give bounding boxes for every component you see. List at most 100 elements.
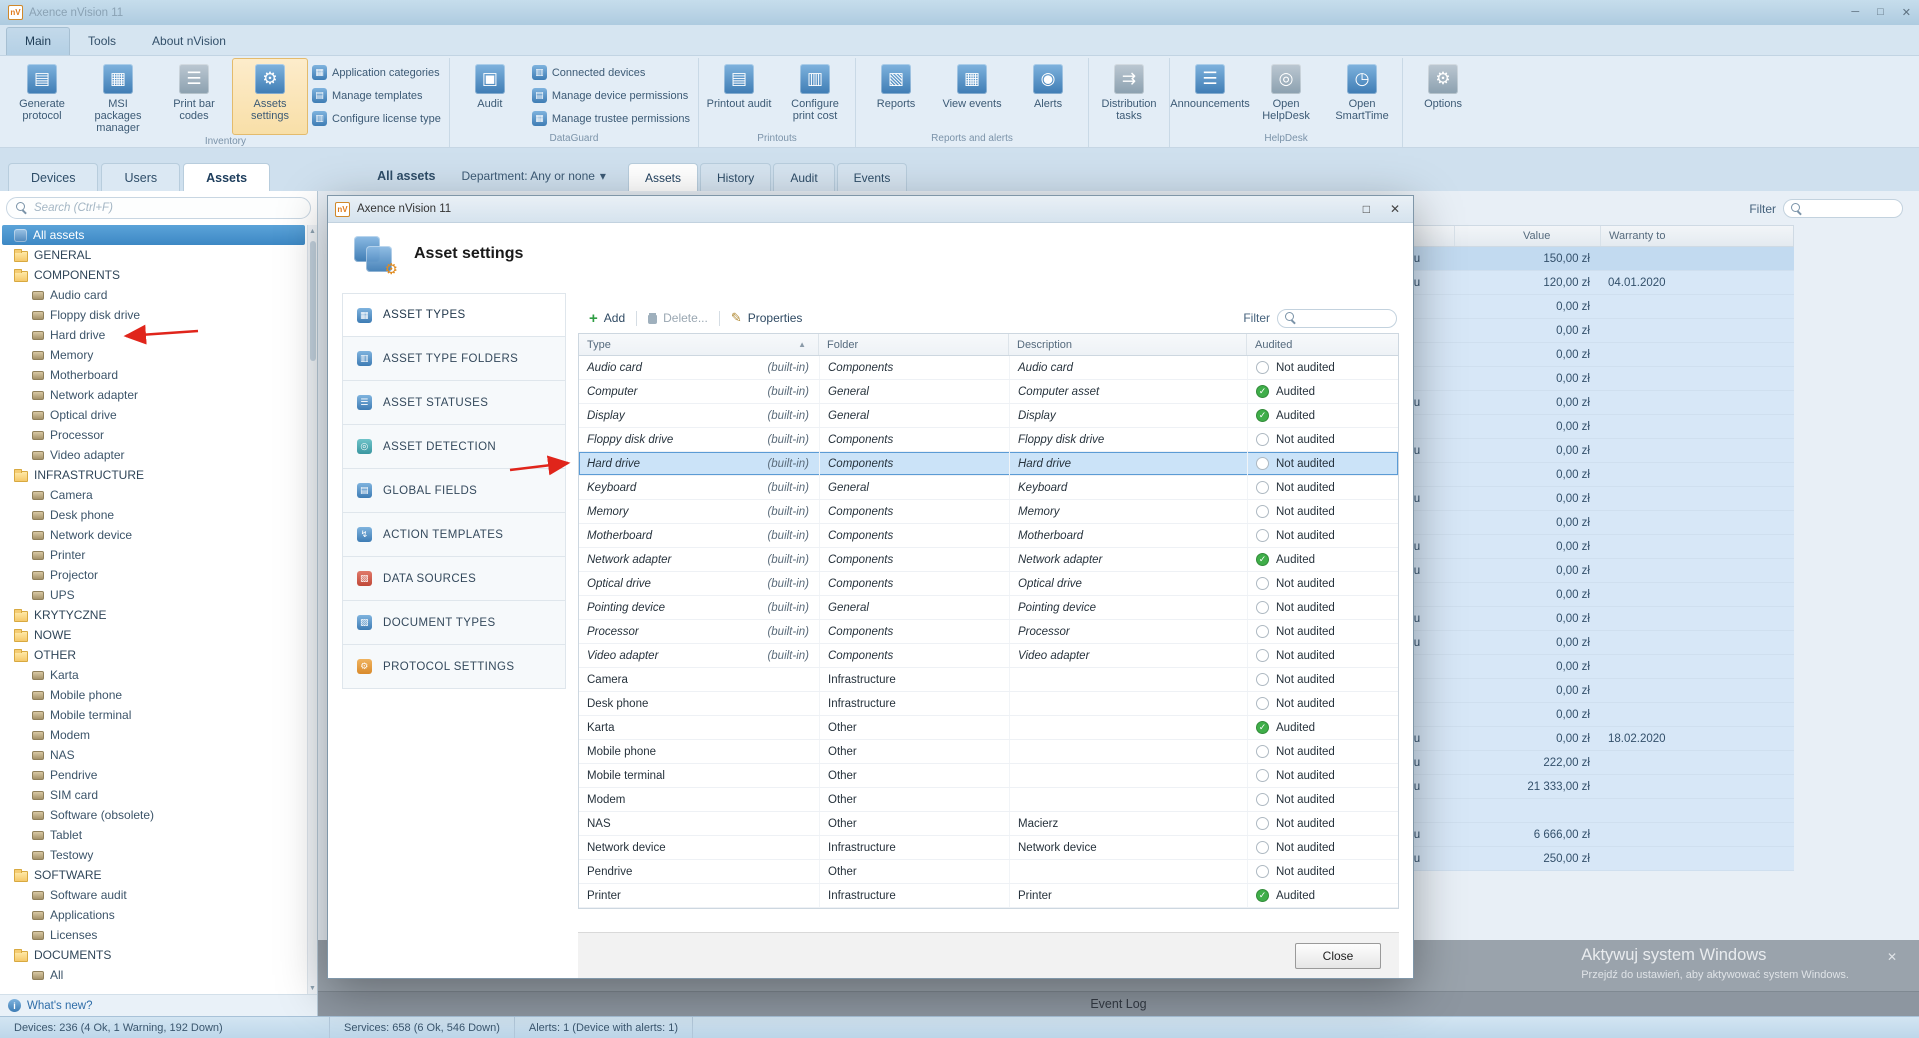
audited-indicator[interactable]: [1256, 433, 1269, 446]
table-row[interactable]: Desk phone Infrastructure Not audited: [579, 692, 1398, 716]
audited-indicator[interactable]: [1256, 481, 1269, 494]
reports-button[interactable]: Reports: [858, 58, 934, 132]
manage-device-permissions-button[interactable]: Manage device permissions: [532, 88, 690, 103]
table-row[interactable]: NAS Other Macierz Not audited: [579, 812, 1398, 836]
column-description[interactable]: Description: [1009, 334, 1247, 355]
close-button[interactable]: Close: [1295, 943, 1381, 969]
add-button[interactable]: Add: [578, 311, 636, 326]
table-row[interactable]: 0,00 zł: [1394, 367, 1794, 391]
tree-item[interactable]: Pendrive: [2, 765, 305, 785]
nav-asset-type-folders[interactable]: ASSET TYPE FOLDERS: [342, 337, 566, 381]
column-folder[interactable]: Folder: [819, 334, 1009, 355]
options-button[interactable]: Options: [1405, 58, 1481, 132]
tree-item[interactable]: COMPONENTS: [2, 265, 305, 285]
table-row[interactable]: życiu 0,00 zł: [1394, 391, 1794, 415]
audited-indicator[interactable]: [1256, 505, 1269, 518]
tree-item[interactable]: Projector: [2, 565, 305, 585]
tree-item[interactable]: Printer: [2, 545, 305, 565]
tree-item[interactable]: Tablet: [2, 825, 305, 845]
table-row[interactable]: życiu 0,00 zł: [1394, 439, 1794, 463]
dialog-close-icon[interactable]: [1390, 202, 1400, 216]
column-audited[interactable]: Audited: [1247, 334, 1398, 355]
scrollbar-thumb[interactable]: [310, 241, 316, 361]
table-row[interactable]: [1394, 799, 1794, 823]
view-events-button[interactable]: View events: [934, 58, 1010, 132]
table-row[interactable]: Mobile phone Other Not audited: [579, 740, 1398, 764]
tree-item[interactable]: Floppy disk drive: [2, 305, 305, 325]
dialog-filter-input[interactable]: [1302, 312, 1389, 324]
dialog-maximize-button[interactable]: [1363, 202, 1370, 216]
table-row[interactable]: Memory (built-in) Components Memory Not …: [579, 500, 1398, 524]
tree-item[interactable]: Desk phone: [2, 505, 305, 525]
audited-indicator[interactable]: [1256, 865, 1269, 878]
audited-indicator[interactable]: [1256, 529, 1269, 542]
msi-packages-manager-button[interactable]: MSI packages manager: [80, 58, 156, 135]
table-row[interactable]: Karta Other Audited: [579, 716, 1398, 740]
tree-item[interactable]: Licenses: [2, 925, 305, 945]
manage-trustee-permissions-button[interactable]: Manage trustee permissions: [532, 111, 690, 126]
tree-item[interactable]: SIM card: [2, 785, 305, 805]
audited-indicator[interactable]: [1256, 841, 1269, 854]
tree-item[interactable]: Software (obsolete): [2, 805, 305, 825]
manage-templates-button[interactable]: Manage templates: [312, 88, 441, 103]
tree-item[interactable]: Software audit: [2, 885, 305, 905]
audited-indicator[interactable]: [1256, 793, 1269, 806]
table-row[interactable]: Motherboard (built-in) Components Mother…: [579, 524, 1398, 548]
table-row[interactable]: Keyboard (built-in) General Keyboard Not…: [579, 476, 1398, 500]
table-row[interactable]: życiu 0,00 zł 18.02.2020: [1394, 727, 1794, 751]
column-type[interactable]: Type ▲: [579, 334, 819, 355]
application-categories-button[interactable]: Application categories: [312, 65, 441, 80]
search-input[interactable]: [34, 202, 301, 214]
table-row[interactable]: Network device Infrastructure Network de…: [579, 836, 1398, 860]
open-helpdesk-button[interactable]: Open HelpDesk: [1248, 58, 1324, 132]
tree-item[interactable]: Karta: [2, 665, 305, 685]
column-value[interactable]: Value: [1454, 226, 1600, 246]
tree-item[interactable]: Testowy: [2, 845, 305, 865]
nav-global-fields[interactable]: GLOBAL FIELDS: [342, 469, 566, 513]
scroll-up-icon[interactable]: ▲: [309, 225, 316, 237]
audited-indicator[interactable]: [1256, 601, 1269, 614]
table-row[interactable]: 0,00 zł: [1394, 679, 1794, 703]
table-row[interactable]: życiu 150,00 zł: [1394, 247, 1794, 271]
table-row[interactable]: Video adapter (built-in) Components Vide…: [579, 644, 1398, 668]
tree-item[interactable]: Hard drive: [2, 325, 305, 345]
table-row[interactable]: 0,00 zł: [1394, 415, 1794, 439]
table-row[interactable]: Camera Infrastructure Not audited: [579, 668, 1398, 692]
menu-tab-tools[interactable]: Tools: [70, 28, 134, 55]
nav-asset-types[interactable]: ASSET TYPES: [342, 293, 566, 337]
table-row[interactable]: 0,00 zł: [1394, 295, 1794, 319]
scroll-down-icon[interactable]: ▼: [309, 982, 316, 994]
audited-indicator[interactable]: [1256, 625, 1269, 638]
tab-devices[interactable]: Devices: [8, 163, 98, 191]
tab-users[interactable]: Users: [101, 163, 180, 191]
audited-indicator[interactable]: [1256, 553, 1269, 566]
audited-indicator[interactable]: [1256, 769, 1269, 782]
tree-item[interactable]: Modem: [2, 725, 305, 745]
tree-item[interactable]: KRYTYCZNE: [2, 605, 305, 625]
event-log-bar[interactable]: Event Log: [318, 991, 1919, 1016]
nav-document-types[interactable]: DOCUMENT TYPES: [342, 601, 566, 645]
table-row[interactable]: życiu 0,00 zł: [1394, 607, 1794, 631]
table-row[interactable]: 0,00 zł: [1394, 319, 1794, 343]
table-row[interactable]: życiu 0,00 zł: [1394, 487, 1794, 511]
tree-item[interactable]: Camera: [2, 485, 305, 505]
audited-indicator[interactable]: [1256, 721, 1269, 734]
table-row[interactable]: Processor (built-in) Components Processo…: [579, 620, 1398, 644]
tree-item[interactable]: NOWE: [2, 625, 305, 645]
subtab-assets[interactable]: Assets: [628, 163, 698, 191]
maximize-button[interactable]: [1877, 6, 1884, 19]
tree-item[interactable]: Mobile terminal: [2, 705, 305, 725]
audited-indicator[interactable]: [1256, 577, 1269, 590]
nav-asset-statuses[interactable]: ASSET STATUSES: [342, 381, 566, 425]
tree-item[interactable]: Processor: [2, 425, 305, 445]
audited-indicator[interactable]: [1256, 649, 1269, 662]
tree-item[interactable]: Network device: [2, 525, 305, 545]
tree-item[interactable]: Network adapter: [2, 385, 305, 405]
audited-indicator[interactable]: [1256, 457, 1269, 470]
menu-tab-main[interactable]: Main: [6, 27, 70, 55]
open-smarttime-button[interactable]: Open SmartTime: [1324, 58, 1400, 132]
subtab-events[interactable]: Events: [837, 163, 908, 191]
table-row[interactable]: Optical drive (built-in) Components Opti…: [579, 572, 1398, 596]
tree-item[interactable]: NAS: [2, 745, 305, 765]
table-row[interactable]: Floppy disk drive (built-in) Components …: [579, 428, 1398, 452]
